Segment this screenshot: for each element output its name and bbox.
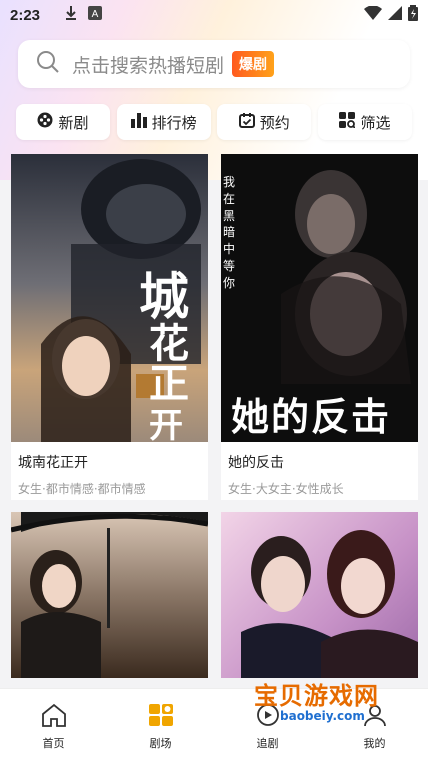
search-placeholder[interactable]: 点击搜索热播短剧 <box>72 51 224 78</box>
bar-chart-icon <box>130 112 147 132</box>
drama-title: 她的反击 <box>228 455 284 471</box>
drama-info: 她的反击 女生·大女主·女性成长 <box>221 442 418 500</box>
category-chips: 新剧 排行榜 预约 筛选 <box>16 104 412 140</box>
poster-title-line2: 花 正开 <box>149 324 208 443</box>
calendar-icon <box>238 112 255 132</box>
drama-card[interactable]: 城 花 正开 城南花正开 女生·都市情感·都市情感 <box>11 154 208 500</box>
tab-theater[interactable]: 剧场 <box>107 689 214 760</box>
status-right <box>364 5 418 25</box>
theater-icon <box>148 703 174 731</box>
tab-label: 首页 <box>42 737 65 750</box>
drama-poster[interactable]: 我在黑暗中等你 她的反击 <box>221 154 418 442</box>
chip-label: 筛选 <box>360 113 391 132</box>
font-icon: A <box>88 6 103 24</box>
status-bar: 2:23 A <box>0 0 428 30</box>
watermark-url: baobeiy.com <box>280 709 365 723</box>
tab-label: 剧场 <box>149 737 172 750</box>
chip-filter[interactable]: 筛选 <box>317 104 412 140</box>
poster-char: 开 <box>149 406 183 442</box>
poster-title-line1: 城 <box>139 267 189 326</box>
drama-poster[interactable] <box>221 512 418 678</box>
drama-poster[interactable] <box>11 512 208 678</box>
drama-card[interactable]: 我在黑暗中等你 她的反击 她的反击 女生·大女主·女性成长 <box>221 154 418 500</box>
drama-card[interactable] <box>11 512 208 678</box>
watermark-title: 宝贝游戏网 <box>254 682 379 710</box>
poster-art <box>241 530 418 678</box>
hot-badge: 爆剧 <box>232 51 275 77</box>
drama-grid: 城 花 正开 城南花正开 女生·都市情感·都市情感 我在黑暗中等你 她的反击 她… <box>11 154 418 678</box>
drama-poster[interactable]: 城 花 正开 <box>11 154 208 442</box>
chip-ranking[interactable]: 排行榜 <box>116 104 211 140</box>
wifi-icon <box>364 5 382 24</box>
film-reel-icon <box>37 112 53 132</box>
poster-title: 她的反击 <box>231 394 392 439</box>
download-icon <box>64 5 78 25</box>
site-watermark: 宝贝游戏网 baobeiy.com <box>254 676 379 723</box>
tab-home[interactable]: 首页 <box>0 689 107 760</box>
status-time: 2:23 <box>10 6 41 24</box>
chip-new-drama[interactable]: 新剧 <box>16 104 110 140</box>
poster-art <box>11 512 208 678</box>
chip-label: 排行榜 <box>151 113 197 132</box>
signal-icon <box>388 6 402 24</box>
chip-reserve[interactable]: 预约 <box>217 104 312 140</box>
poster-vertical-tagline: 我在黑暗中等你 <box>223 175 236 290</box>
drama-info: 城南花正开 女生·都市情感·都市情感 <box>11 442 208 500</box>
poster-char: 正 <box>149 360 189 407</box>
filter-grid-icon <box>339 112 357 132</box>
tab-label: 追剧 <box>256 737 279 750</box>
drama-tags: 女生·大女主·女性成长 <box>228 482 344 496</box>
chip-label: 新剧 <box>58 113 89 132</box>
search-bar[interactable]: 点击搜索热播短剧 爆剧 <box>18 40 410 88</box>
drama-title: 城南花正开 <box>18 455 88 471</box>
chip-label: 预约 <box>259 113 290 132</box>
home-icon <box>41 703 67 731</box>
drama-card[interactable] <box>221 512 418 678</box>
search-icon <box>36 50 60 78</box>
tab-label: 我的 <box>363 737 386 750</box>
svg-text:A: A <box>92 9 99 20</box>
drama-tags: 女生·都市情感·都市情感 <box>18 482 146 496</box>
battery-icon <box>408 5 418 25</box>
status-left: 2:23 A <box>10 5 103 25</box>
